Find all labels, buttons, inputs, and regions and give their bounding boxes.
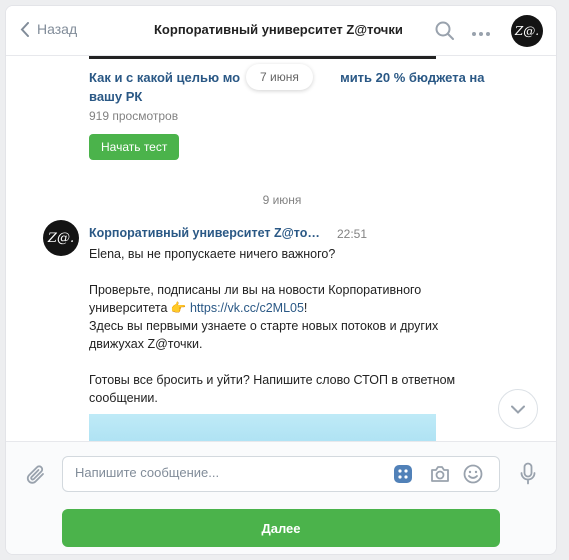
- message-input-box[interactable]: [62, 456, 500, 492]
- paperclip-icon[interactable]: [26, 463, 48, 492]
- start-test-button[interactable]: Начать тест: [89, 134, 180, 160]
- back-label: Назад: [37, 21, 78, 37]
- date-separator: 9 июня: [262, 193, 302, 207]
- chevron-left-icon: [20, 21, 29, 37]
- chat-title: Корпоративный университет Z@точки: [154, 22, 403, 37]
- more-icon[interactable]: [470, 26, 492, 44]
- message-link[interactable]: https://vk.cc/c2ML05: [190, 301, 304, 315]
- apps-grid-icon[interactable]: [393, 464, 413, 489]
- microphone-icon[interactable]: [520, 462, 536, 491]
- message-line: Готовы все бросить и уйти? Напишите слов…: [89, 373, 456, 387]
- message-blank-line: [89, 263, 489, 281]
- chat-window: Назад Корпоративный университет Z@точки …: [5, 5, 557, 555]
- message-text: Elena, вы не пропускаете ничего важного?…: [89, 245, 489, 407]
- message-line: Elena, вы не пропускаете ничего важного?: [89, 247, 336, 261]
- message-time: 22:51: [337, 227, 368, 241]
- message-input[interactable]: [75, 465, 385, 480]
- scroll-down-button[interactable]: [498, 389, 538, 429]
- chevron-down-icon: [511, 405, 525, 414]
- back-button[interactable]: Назад: [20, 21, 77, 37]
- pointing-hand-emoji: 👉: [170, 301, 187, 315]
- message-blank-line: [89, 353, 489, 371]
- search-icon[interactable]: [434, 20, 456, 47]
- message-feed[interactable]: Как и с какой целью мо мить 20 % бюджета …: [6, 56, 556, 441]
- message-image[interactable]: [89, 414, 436, 441]
- message-line: Проверьте, подписаны ли вы на новости Ко…: [89, 283, 422, 297]
- emoji-icon[interactable]: [463, 464, 483, 489]
- message-line: сообщении.: [89, 391, 158, 405]
- message-line: движухах Z@точки.: [89, 337, 203, 351]
- message-line: Здесь вы первыми узнаете о старте новых …: [89, 319, 439, 333]
- message-line: университета 👉 https://vk.cc/c2ML05!: [89, 301, 308, 315]
- camera-icon[interactable]: [429, 464, 451, 489]
- next-button[interactable]: Далее: [62, 509, 500, 547]
- message-composer: Далее: [6, 441, 556, 554]
- views-count: 919 просмотров: [89, 109, 179, 123]
- chat-header: Назад Корпоративный университет Z@точки …: [6, 6, 556, 56]
- message-author[interactable]: Корпоративный университет Z@то…: [89, 226, 320, 240]
- avatar[interactable]: Z@.: [43, 220, 79, 256]
- chat-avatar[interactable]: Z@.: [511, 15, 543, 47]
- link-preview-image-edge: [89, 56, 436, 59]
- floating-date-badge: 7 июня: [246, 64, 313, 90]
